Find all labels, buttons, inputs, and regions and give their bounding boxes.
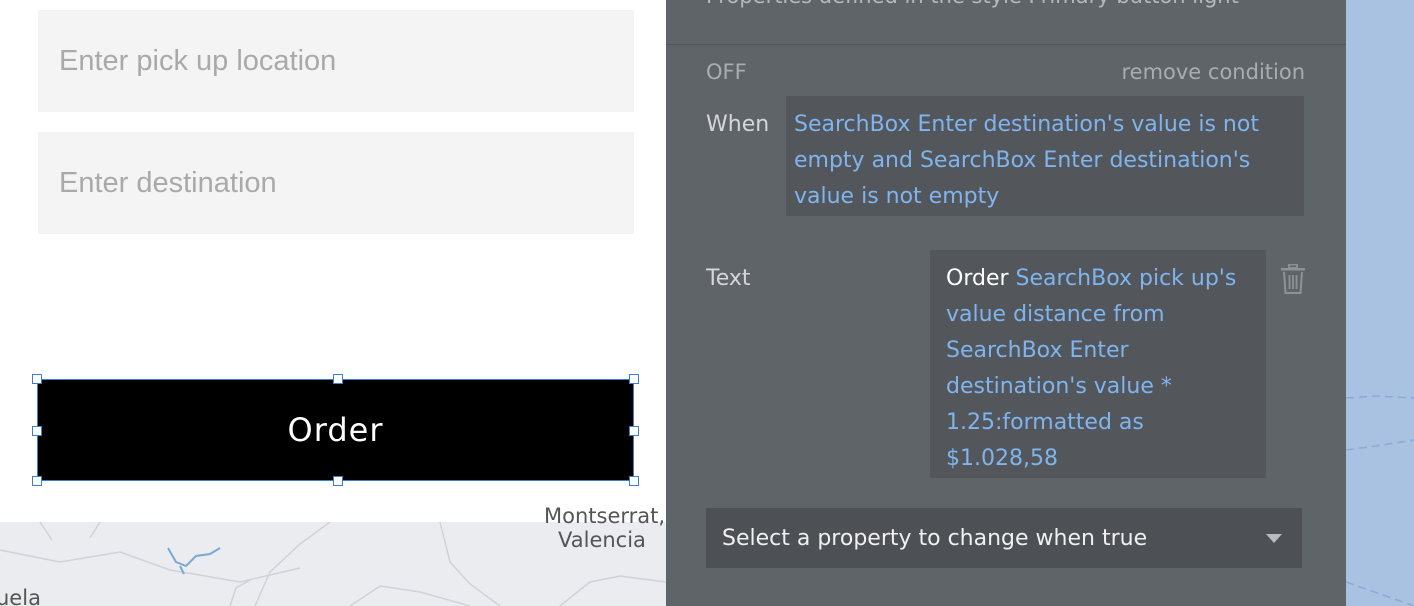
map-background [1346, 0, 1414, 606]
text-property-label: Text [706, 266, 751, 291]
pickup-location-input[interactable] [38, 10, 634, 112]
property-editor-panel: Properties defined in the style Primary … [666, 0, 1346, 606]
map-element[interactable]: Montserrat, Valencia uela [0, 504, 666, 606]
style-header: Properties defined in the style Primary … [666, 0, 1346, 45]
resize-handle-top-left[interactable] [32, 374, 42, 384]
text-property-value[interactable]: Order SearchBox pick up's value distance… [930, 250, 1266, 478]
remove-condition-link[interactable]: remove condition [1121, 60, 1305, 84]
destination-input[interactable] [38, 132, 634, 234]
page-canvas: Order Montserrat, Valencia uela [0, 0, 666, 606]
condition-expression[interactable]: SearchBox Enter destination's value is n… [786, 96, 1304, 216]
text-static-part: Order [946, 266, 1016, 291]
resize-handle-left[interactable] [32, 426, 42, 436]
resize-handle-top[interactable] [333, 374, 343, 384]
trash-icon[interactable] [1280, 264, 1306, 294]
map-label-montserrat: Montserrat, [544, 504, 666, 528]
when-label: When [706, 112, 770, 137]
text-dynamic-expression[interactable]: SearchBox pick up's value distance from … [946, 266, 1236, 471]
property-select-dropdown[interactable]: Select a property to change when true [706, 508, 1302, 568]
resize-handle-bottom[interactable] [333, 476, 343, 486]
chevron-down-icon [1266, 533, 1282, 543]
map-label-partial: uela [0, 586, 41, 606]
order-button[interactable]: Order [37, 379, 634, 481]
map-label-valencia: Valencia [558, 528, 646, 552]
resize-handle-bottom-right[interactable] [629, 476, 639, 486]
resize-handle-right[interactable] [629, 426, 639, 436]
map-route-lines [1346, 395, 1414, 606]
condition-status[interactable]: OFF [706, 60, 747, 84]
resize-handle-top-right[interactable] [629, 374, 639, 384]
resize-handle-bottom-left[interactable] [32, 476, 42, 486]
property-select-label: Select a property to change when true [722, 525, 1148, 551]
style-header-text: Properties defined in the style Primary … [706, 0, 1239, 8]
